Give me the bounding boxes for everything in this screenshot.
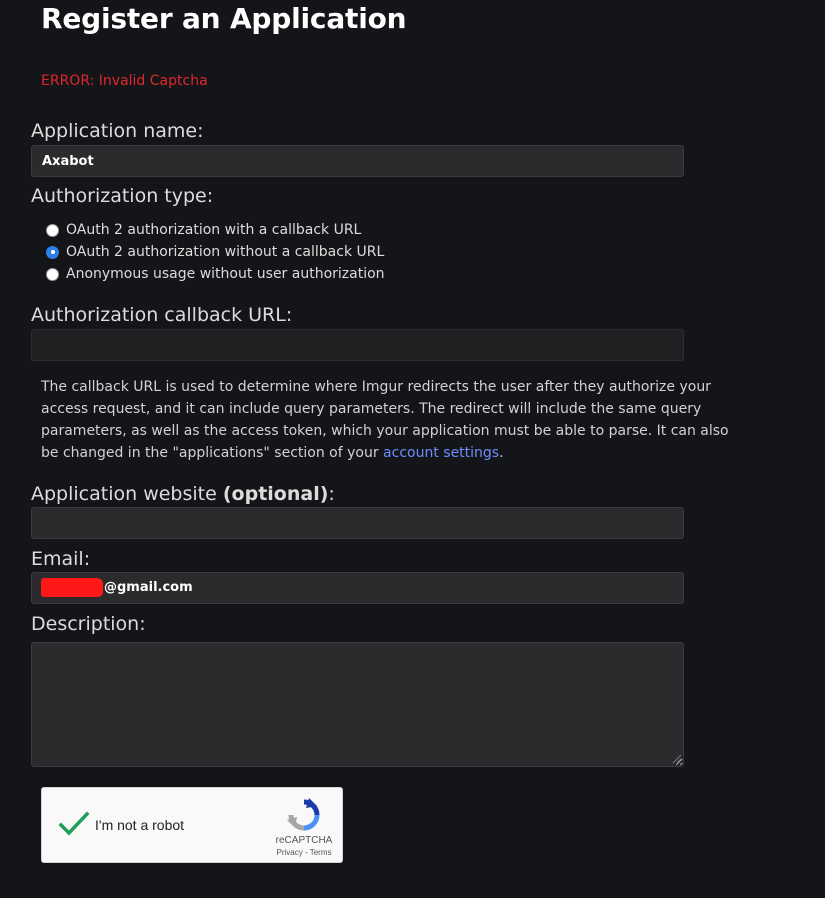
callback-url-label: Authorization callback URL: <box>31 304 293 326</box>
page-title: Register an Application <box>41 2 407 35</box>
app-name-input[interactable] <box>31 145 684 177</box>
links-separator: - <box>302 848 310 857</box>
radio-button[interactable] <box>46 223 59 237</box>
recaptcha-widget: I'm not a robot reCAPTCHA Privacy - Term… <box>41 787 343 863</box>
privacy-link[interactable]: Privacy <box>277 848 303 857</box>
auth-option-no-callback[interactable]: OAuth 2 authorization without a callback… <box>46 241 385 263</box>
callback-url-input[interactable] <box>31 329 684 361</box>
auth-type-radio-group: OAuth 2 authorization with a callback UR… <box>46 219 385 285</box>
description-label: Description: <box>31 613 146 635</box>
website-label-colon: : <box>328 483 335 505</box>
captcha-label: I'm not a robot <box>95 817 185 833</box>
callback-help-text: The callback URL is used to determine wh… <box>41 376 731 464</box>
email-label: Email: <box>31 548 91 570</box>
register-application-page: Register an Application ERROR: Invalid C… <box>0 0 825 898</box>
description-textarea[interactable] <box>31 642 684 767</box>
email-value: @gmail.com <box>104 580 193 595</box>
terms-link[interactable]: Terms <box>310 848 332 857</box>
auth-option-callback[interactable]: OAuth 2 authorization with a callback UR… <box>46 219 385 241</box>
radio-label: OAuth 2 authorization without a callback… <box>66 244 385 260</box>
website-optional-text: (optional) <box>222 483 329 505</box>
website-label-text: Application website <box>31 483 223 505</box>
checkmark-icon[interactable] <box>58 810 90 838</box>
resize-handle-icon[interactable] <box>671 753 682 764</box>
redaction-mark <box>41 578 103 597</box>
account-settings-link[interactable]: account settings <box>383 445 499 461</box>
recaptcha-links: Privacy - Terms <box>270 848 338 857</box>
error-message: ERROR: Invalid Captcha <box>41 73 208 89</box>
app-name-label: Application name: <box>31 120 204 142</box>
recaptcha-brand: reCAPTCHA <box>275 835 333 846</box>
recaptcha-logo-icon <box>287 798 320 831</box>
help-text-end: . <box>499 445 504 461</box>
radio-label: Anonymous usage without user authorizati… <box>66 266 385 282</box>
radio-label: OAuth 2 authorization with a callback UR… <box>66 222 362 238</box>
website-label: Application website (optional): <box>31 482 335 506</box>
radio-button[interactable] <box>46 267 59 281</box>
radio-button-selected[interactable] <box>46 245 59 259</box>
website-input[interactable] <box>31 507 684 539</box>
auth-option-anonymous[interactable]: Anonymous usage without user authorizati… <box>46 263 385 285</box>
auth-type-label: Authorization type: <box>31 185 214 207</box>
